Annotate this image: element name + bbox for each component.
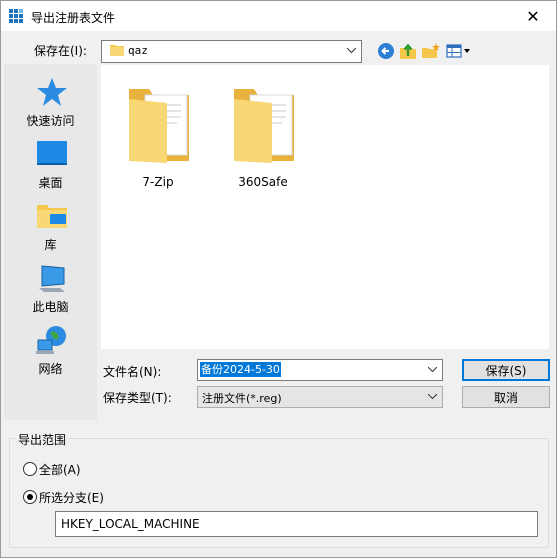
place-this-pc[interactable]: 此电脑 <box>4 258 97 318</box>
selected-branch-value: HKEY_LOCAL_MACHINE <box>61 517 200 531</box>
cancel-button[interactable]: 取消 <box>462 386 550 408</box>
computer-icon <box>39 265 65 292</box>
save-in-value: qaz <box>128 44 148 57</box>
close-icon: ✕ <box>526 6 540 26</box>
folder-name: 7-Zip <box>142 175 174 189</box>
filetype-label: 保存类型(T): <box>103 391 172 405</box>
place-label: 桌面 <box>38 176 63 190</box>
filetype-dropdown[interactable]: 注册文件(*.reg) <box>197 386 443 408</box>
registry-app-icon <box>9 9 23 23</box>
chevron-down-icon <box>345 43 357 57</box>
radio-all[interactable] <box>23 462 37 476</box>
place-quick-access[interactable]: 快速访问 <box>4 72 97 132</box>
place-label: 此电脑 <box>32 300 69 314</box>
radio-checked-dot <box>27 494 33 500</box>
save-in-label: 保存在(I): <box>34 44 87 58</box>
place-network[interactable]: 网络 <box>4 320 97 380</box>
view-menu-icon[interactable] <box>445 41 473 61</box>
close-button[interactable]: ✕ <box>510 1 556 31</box>
folder-name: 360Safe <box>238 175 288 189</box>
new-folder-icon[interactable] <box>421 41 441 61</box>
radio-selected-branch[interactable] <box>23 490 37 504</box>
filename-label: 文件名(N): <box>103 365 162 379</box>
title-bar: 导出注册表文件 ✕ <box>1 1 556 31</box>
folder-icon <box>129 89 189 163</box>
library-icon <box>37 205 67 228</box>
place-desktop[interactable]: 桌面 <box>4 134 97 194</box>
chevron-down-icon[interactable] <box>426 362 438 376</box>
folder-item-7zip[interactable]: 7-Zip <box>113 77 203 197</box>
folder-item-360safe[interactable]: 360Safe <box>218 77 308 197</box>
place-label: 库 <box>44 238 57 252</box>
filename-value: 备份2024-5-30 <box>200 362 281 377</box>
save-button[interactable]: 保存(S) <box>462 359 550 381</box>
window-title: 导出注册表文件 <box>31 11 116 25</box>
place-label: 快速访问 <box>26 114 75 128</box>
file-list-view[interactable]: 7-Zip 360Safe <box>101 65 549 349</box>
chevron-down-icon <box>426 389 438 403</box>
folder-icon <box>110 45 124 56</box>
star-icon <box>37 78 67 106</box>
radio-selected-branch-label[interactable]: 所选分支(E) <box>39 489 104 506</box>
selected-branch-input[interactable]: HKEY_LOCAL_MACHINE <box>55 511 538 537</box>
filetype-value: 注册文件(*.reg) <box>202 392 282 405</box>
radio-all-label[interactable]: 全部(A) <box>39 461 81 478</box>
back-icon[interactable] <box>376 41 396 61</box>
export-registry-dialog: 导出注册表文件 ✕ 保存在(I): qaz 快速访问 桌面 库 此电脑 网络 7… <box>0 0 557 558</box>
export-range-title: 导出范围 <box>16 431 69 448</box>
place-library[interactable]: 库 <box>4 196 97 256</box>
network-icon <box>36 326 66 354</box>
filename-input[interactable]: 备份2024-5-30 <box>197 359 443 381</box>
places-bar: 快速访问 桌面 库 此电脑 网络 <box>4 64 97 420</box>
desktop-icon <box>37 141 67 165</box>
cancel-button-label: 取消 <box>493 390 518 405</box>
place-label: 网络 <box>38 362 63 376</box>
folder-icon <box>234 89 294 163</box>
save-in-dropdown[interactable]: qaz <box>101 40 362 63</box>
save-button-label: 保存(S) <box>485 363 527 378</box>
up-folder-icon[interactable] <box>398 41 418 61</box>
